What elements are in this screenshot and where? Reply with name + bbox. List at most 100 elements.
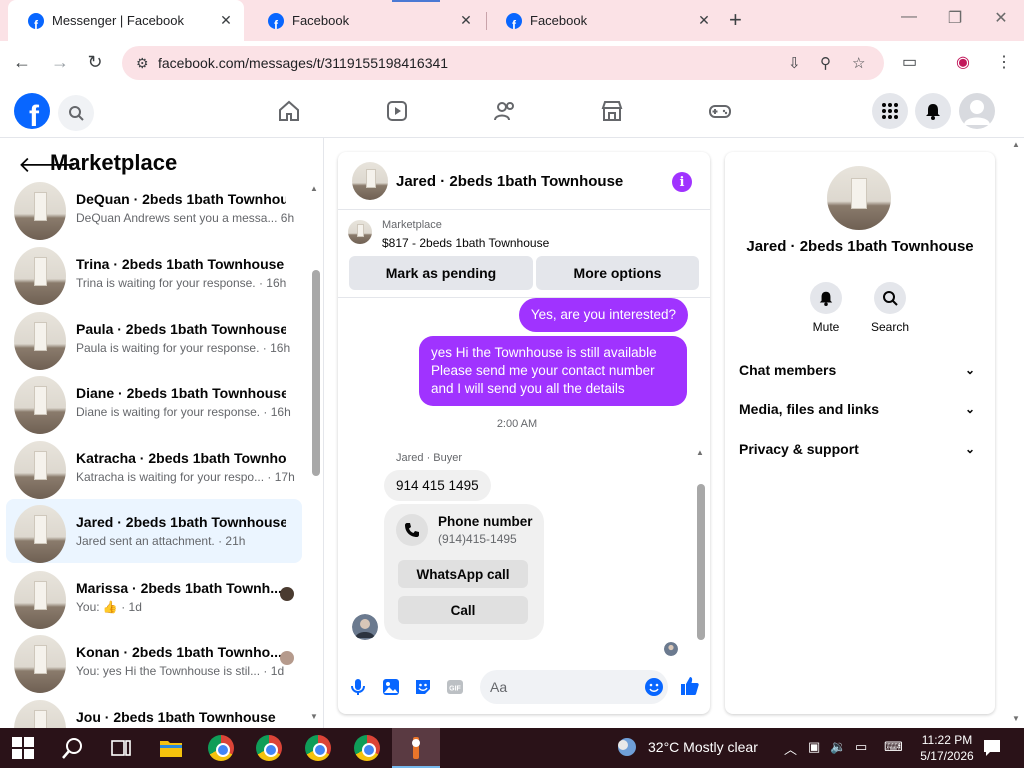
conversation-item[interactable]: DeQuan · 2beds 1bath Townhouse DeQuan An…	[6, 180, 302, 244]
thumbs-up-icon[interactable]	[680, 676, 700, 696]
keyboard-icon[interactable]: ⌨	[884, 739, 903, 755]
url-text[interactable]: facebook.com/messages/t/3119155198416341	[158, 55, 448, 71]
install-app-icon[interactable]: ⇩	[788, 54, 801, 72]
bookmark-star-icon[interactable]: ☆	[852, 54, 865, 72]
display-icon[interactable]: ▭	[855, 739, 867, 755]
tab-close-icon[interactable]: ✕	[458, 12, 474, 29]
notifications-icon[interactable]	[982, 738, 1002, 758]
facebook-favicon-icon: f	[28, 12, 44, 29]
message-input[interactable]	[480, 670, 668, 704]
call-button[interactable]: Call	[398, 596, 528, 624]
file-explorer-icon[interactable]	[158, 735, 184, 761]
profile-icon[interactable]: ◉	[956, 52, 970, 72]
media-files-links-section[interactable]: Media, files and links ⌄	[739, 401, 983, 425]
conversation-name: DeQuan · 2beds 1bath Townhouse	[76, 191, 286, 207]
friends-icon[interactable]	[493, 99, 517, 123]
site-info-icon[interactable]: ⚙	[136, 55, 149, 72]
facebook-logo-icon[interactable]: f	[14, 93, 50, 129]
sidebar-scrollbar[interactable]	[312, 270, 320, 476]
windows-start-icon[interactable]	[12, 737, 34, 759]
chrome-icon[interactable]	[354, 735, 380, 761]
conversation-item[interactable]: Marissa · 2beds 1bath Townh... You: 👍 · …	[6, 569, 302, 633]
conversation-item-selected[interactable]: Jared · 2beds 1bath Townhouse Jared sent…	[6, 499, 302, 563]
zoom-icon[interactable]: ⚲	[820, 54, 831, 72]
back-icon[interactable]: ←	[10, 52, 34, 73]
facebook-favicon-icon: f	[506, 12, 522, 29]
listing-thumbnail[interactable]	[348, 220, 372, 244]
tab-title: Facebook	[292, 13, 350, 28]
conversation-item[interactable]: Diane · 2beds 1bath Townhouse Diane is w…	[6, 374, 302, 438]
search-icon[interactable]	[60, 735, 86, 761]
microphone-icon[interactable]	[349, 678, 367, 696]
chevron-down-icon: ⌄	[964, 363, 975, 377]
clock-time[interactable]: 11:22 PM	[912, 733, 982, 747]
info-icon[interactable]: i	[672, 172, 692, 192]
tab-facebook-2[interactable]: f Facebook ✕	[486, 0, 722, 41]
sidebar-title: Marketplace	[50, 150, 178, 175]
chat-header: Jared · 2beds 1bath Townhouse i	[338, 152, 710, 210]
app-icon	[412, 737, 420, 759]
emoji-icon[interactable]	[645, 678, 663, 696]
chrome-icon[interactable]	[305, 735, 331, 761]
gif-icon[interactable]: GIF	[446, 678, 464, 696]
listing-price[interactable]: $817 - 2beds 1bath Townhouse	[382, 236, 549, 250]
restore-icon[interactable]: ❐	[940, 8, 970, 28]
tab-search-icon[interactable]: ▭	[902, 52, 917, 72]
reload-icon[interactable]: ↻	[83, 52, 107, 73]
message-scrollbar[interactable]	[697, 484, 705, 640]
page-scroll-down-icon[interactable]: ▼	[1012, 714, 1020, 723]
mute-button[interactable]: Mute	[801, 282, 851, 334]
chat-title[interactable]: Jared · 2beds 1bath Townhouse	[396, 173, 623, 190]
scroll-up-arrow-icon[interactable]: ▲	[696, 448, 704, 457]
page-scroll-up-icon[interactable]: ▲	[1012, 140, 1020, 149]
volume-icon[interactable]: 🔉	[830, 739, 846, 755]
search-icon[interactable]	[58, 95, 94, 131]
conversation-item[interactable]: Katracha · 2beds 1bath Townho... Katrach…	[6, 439, 302, 503]
weather-text[interactable]: 32°C Mostly clear	[648, 739, 758, 755]
svg-text:GIF: GIF	[449, 686, 461, 693]
tab-facebook-1[interactable]: f Facebook ✕	[248, 0, 484, 41]
scroll-down-arrow-icon[interactable]: ▼	[310, 712, 318, 721]
conversation-item[interactable]: Jou · 2beds 1bath Townhouse	[6, 698, 302, 728]
home-icon[interactable]	[277, 99, 301, 123]
new-tab-button[interactable]: +	[729, 8, 742, 32]
chrome-icon[interactable]	[208, 735, 234, 761]
active-app-highlight[interactable]	[392, 728, 440, 768]
whatsapp-call-button[interactable]: WhatsApp call	[398, 560, 528, 588]
marketplace-icon[interactable]	[600, 99, 624, 123]
notifications-bell-icon[interactable]	[915, 93, 951, 129]
tab-close-icon[interactable]: ✕	[218, 12, 234, 29]
more-options-button[interactable]: More options	[536, 256, 699, 290]
address-bar[interactable]: ⚙ facebook.com/messages/t/31191551984163…	[122, 46, 884, 80]
clock-date[interactable]: 5/17/2026	[912, 749, 982, 763]
privacy-support-section[interactable]: Privacy & support ⌄	[739, 441, 983, 465]
tab-messenger[interactable]: f Messenger | Facebook ✕	[8, 0, 244, 41]
photo-icon[interactable]	[382, 678, 400, 696]
tab-close-icon[interactable]: ✕	[696, 12, 712, 29]
mark-as-pending-button[interactable]: Mark as pending	[349, 256, 533, 290]
task-view-icon[interactable]	[108, 735, 134, 761]
video-icon[interactable]	[385, 99, 409, 123]
conversation-item[interactable]: Paula · 2beds 1bath Townhouse Paula is w…	[6, 310, 302, 374]
conversation-item[interactable]: Trina · 2beds 1bath Townhouse Trina is w…	[6, 245, 302, 309]
minimize-icon[interactable]: —	[894, 8, 924, 26]
network-icon[interactable]: ▣	[808, 739, 820, 755]
menu-grid-icon[interactable]	[872, 93, 908, 129]
forward-icon[interactable]: →	[48, 52, 72, 73]
message-line: Please send me your contact number	[431, 363, 655, 378]
chrome-icon[interactable]	[256, 735, 282, 761]
chat-members-section[interactable]: Chat members ⌄	[739, 362, 983, 386]
menu-kebab-icon[interactable]: ⋮	[996, 52, 1012, 72]
sticker-icon[interactable]	[414, 678, 432, 696]
account-avatar[interactable]	[959, 93, 995, 129]
show-hidden-icons-icon[interactable]: ︿	[784, 739, 797, 758]
gaming-icon[interactable]	[708, 99, 732, 123]
close-window-icon[interactable]: ✕	[986, 8, 1016, 28]
sender-avatar[interactable]	[352, 614, 378, 640]
search-button[interactable]: Search	[865, 282, 915, 334]
chat-avatar[interactable]	[352, 162, 388, 200]
listing-thumbnail	[14, 312, 66, 370]
scroll-up-arrow-icon[interactable]: ▲	[310, 184, 318, 193]
conversation-preview: Trina is waiting for your response. · 16…	[76, 276, 287, 290]
conversation-item[interactable]: Konan · 2beds 1bath Townho... You: yes H…	[6, 633, 302, 697]
